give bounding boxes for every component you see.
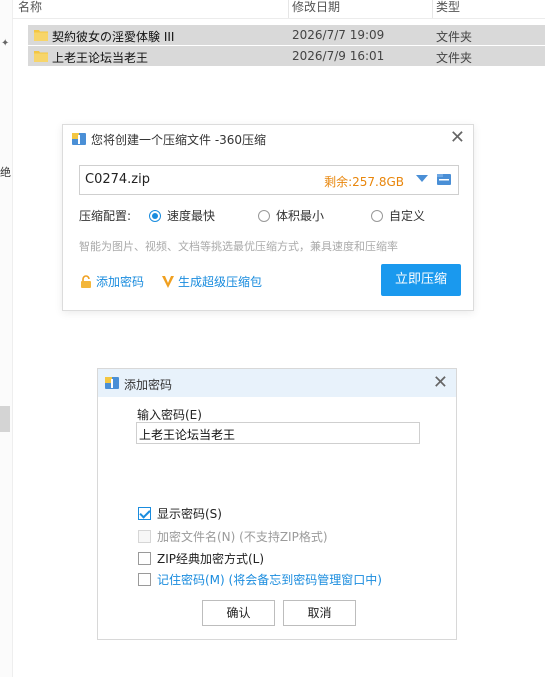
option-label: 记住密码(M) (将会备忘到密码管理窗口中): [157, 573, 382, 587]
compression-hint: 智能为图片、视频、文档等挑选最优压缩方式，兼具速度和压缩率: [79, 240, 398, 253]
checkbox[interactable]: [138, 552, 151, 565]
file-row[interactable]: 上老王论坛当老王 2026/7/9 16:01 文件夹: [28, 46, 545, 66]
file-name: 上老王论坛当老王: [52, 51, 149, 65]
add-password-label: 添加密码: [96, 275, 145, 289]
archive-path-field[interactable]: C0274.zip 剩余:257.8GB: [79, 165, 459, 195]
cancel-button[interactable]: 取消: [283, 600, 356, 626]
radio-label: 速度最快: [167, 209, 216, 223]
checkbox[interactable]: [138, 530, 151, 543]
file-date: 2026/7/7 19:09: [292, 28, 385, 42]
password-input[interactable]: 上老王论坛当老王: [136, 422, 420, 444]
360-zip-icon: [105, 377, 119, 389]
folder-icon: [34, 30, 48, 41]
chevron-down-icon[interactable]: [416, 175, 428, 182]
360-zip-icon: [72, 133, 86, 145]
free-space-label: 剩余:257.8GB: [324, 175, 404, 189]
close-icon[interactable]: ✕: [433, 373, 448, 393]
radio-speed[interactable]: 速度最快: [149, 207, 215, 224]
pin-icon[interactable]: ✦: [1, 38, 9, 49]
compress-now-button[interactable]: 立即压缩: [381, 264, 461, 296]
zip-classic-encryption-option[interactable]: ZIP经典加密方式(L): [138, 550, 264, 567]
dialog-title-bar[interactable]: 您将创建一个压缩文件 -360压缩 ✕: [63, 125, 473, 153]
scrollbar-thumb[interactable]: [0, 406, 10, 432]
nav-item-fragment[interactable]: 绝: [0, 164, 11, 180]
checkbox[interactable]: [138, 573, 151, 586]
column-header-name[interactable]: 名称: [12, 0, 289, 18]
radio-button[interactable]: [371, 209, 383, 222]
v-icon: [162, 275, 174, 288]
remember-password-option[interactable]: 记住密码(M) (将会备忘到密码管理窗口中): [138, 571, 382, 588]
navigation-pane: ✦ 绝: [0, 0, 13, 677]
password-value[interactable]: 上老王论坛当老王: [139, 426, 235, 443]
radio-label: 自定义: [389, 209, 426, 223]
confirm-button[interactable]: 确认: [202, 600, 275, 626]
show-password-option[interactable]: 显示密码(S): [138, 505, 222, 522]
checkbox[interactable]: [138, 507, 151, 520]
folder-icon: [34, 51, 48, 62]
radio-button[interactable]: [149, 209, 161, 222]
radio-button[interactable]: [258, 209, 270, 222]
option-label: 加密文件名(N) (不支持ZIP格式): [157, 530, 328, 544]
add-password-dialog: 添加密码 ✕ 输入密码(E) 上老王论坛当老王 显示密码(S) 加密文件名(N)…: [97, 368, 457, 640]
dialog-title: 添加密码: [124, 378, 173, 392]
option-label: ZIP经典加密方式(L): [157, 552, 265, 566]
lock-icon: [81, 274, 91, 288]
close-icon[interactable]: ✕: [450, 128, 465, 148]
file-date: 2026/7/9 16:01: [292, 49, 385, 63]
column-header-type[interactable]: 类型: [430, 0, 536, 18]
column-header-row: 名称 修改日期 类型: [12, 0, 545, 19]
radio-label: 体积最小: [276, 209, 325, 223]
super-archive-link[interactable]: 生成超级压缩包: [161, 273, 262, 290]
file-type: 文件夹: [436, 30, 473, 44]
password-input-label: 输入密码(E): [137, 408, 202, 422]
dialog-title: 您将创建一个压缩文件 -360压缩: [91, 133, 267, 147]
add-password-link[interactable]: 添加密码: [79, 273, 144, 290]
file-type: 文件夹: [436, 51, 473, 65]
compression-config-label: 压缩配置:: [79, 209, 132, 223]
create-archive-dialog: 您将创建一个压缩文件 -360压缩 ✕ C0274.zip 剩余:257.8GB…: [62, 124, 474, 311]
column-header-date[interactable]: 修改日期: [286, 0, 433, 18]
file-row[interactable]: 契約彼女の淫愛体験 III 2026/7/7 19:09 文件夹: [28, 25, 545, 45]
file-name: 契約彼女の淫愛体験 III: [52, 30, 175, 44]
radio-size[interactable]: 体积最小: [258, 207, 324, 224]
archive-filename[interactable]: C0274.zip: [85, 172, 150, 187]
super-archive-label: 生成超级压缩包: [178, 275, 263, 289]
option-label: 显示密码(S): [157, 507, 222, 521]
radio-custom[interactable]: 自定义: [371, 207, 425, 224]
dialog-title-bar[interactable]: 添加密码 ✕: [98, 369, 456, 397]
encrypt-filenames-option[interactable]: 加密文件名(N) (不支持ZIP格式): [138, 528, 328, 545]
folder-browse-icon[interactable]: [436, 171, 452, 187]
